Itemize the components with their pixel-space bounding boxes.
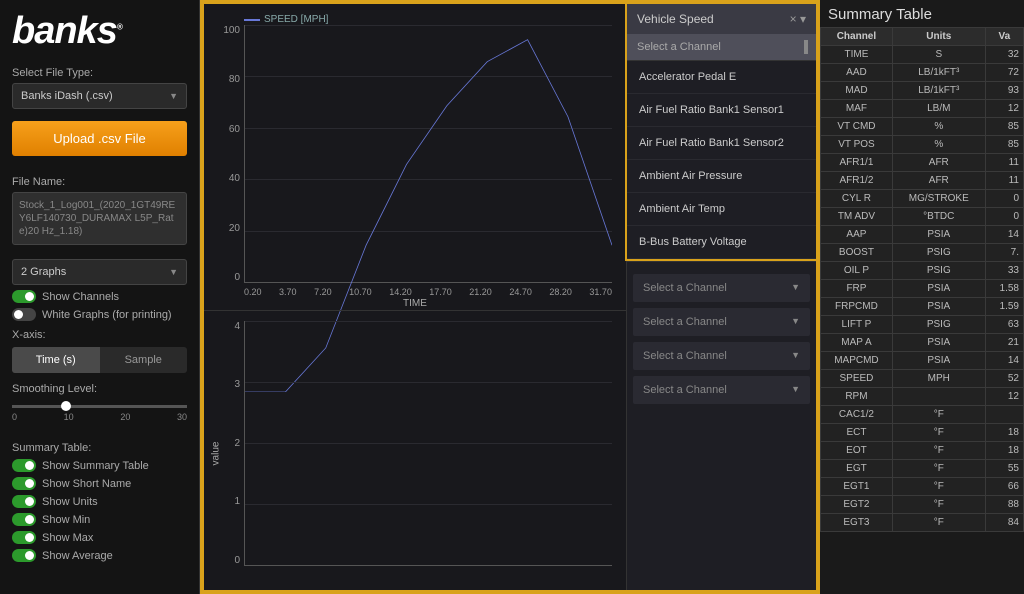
- xaxis-segment[interactable]: Time (s) Sample: [12, 347, 187, 373]
- channel-select[interactable]: Select a Channel▼: [633, 274, 810, 302]
- col-units: Units: [892, 28, 985, 46]
- channel-select[interactable]: Select a Channel▼: [633, 376, 810, 404]
- chart1-y-ticks: 100 80 60 40 20 0: [214, 25, 240, 283]
- table-row[interactable]: MAFLB/M12: [821, 100, 1024, 118]
- table-row[interactable]: RPM12: [821, 388, 1024, 406]
- channel-option[interactable]: Ambient Air Temp: [627, 193, 816, 226]
- channel-panel: Vehicle Speed × ▾ Select a Channel Accel…: [626, 4, 816, 590]
- filename-value: Stock_1_Log001_(2020_1GT49REY6LF140730_D…: [12, 192, 187, 245]
- sidebar: banks® Select File Type: Banks iDash (.c…: [0, 0, 200, 594]
- chart2-y-ticks: 4 3 2 1 0: [214, 321, 240, 566]
- xaxis-sample[interactable]: Sample: [100, 347, 188, 373]
- chart-2: value 4 3 2 1 0: [204, 310, 626, 590]
- channel-option[interactable]: Ambient Air Pressure: [627, 160, 816, 193]
- channel-option[interactable]: Accelerator Pedal E: [627, 61, 816, 94]
- channel-option[interactable]: Air Fuel Ratio Bank1 Sensor1: [627, 94, 816, 127]
- filename-label: File Name:: [12, 176, 187, 188]
- chevron-down-icon: ▼: [169, 267, 178, 277]
- xaxis-label: X-axis:: [12, 329, 187, 341]
- table-row[interactable]: AADLB/1kFT³72: [821, 64, 1024, 82]
- table-row[interactable]: OIL PPSIG33: [821, 262, 1024, 280]
- table-row[interactable]: EGT1°F66: [821, 478, 1024, 496]
- channel-select[interactable]: Select a Channel▼: [633, 342, 810, 370]
- table-row[interactable]: FRPPSIA1.58: [821, 280, 1024, 298]
- chart1-legend: SPEED [MPH]: [244, 14, 616, 25]
- chart1-plot[interactable]: [244, 25, 612, 283]
- main-highlighted: SPEED [MPH] 100 80 60 40 20 0: [200, 0, 820, 594]
- table-row[interactable]: EGT°F55: [821, 460, 1024, 478]
- summary-title: Summary Table: [820, 0, 1024, 27]
- toggle-min[interactable]: Show Min: [12, 513, 187, 526]
- channel-option[interactable]: Air Fuel Ratio Bank1 Sensor2: [627, 127, 816, 160]
- table-row[interactable]: ECT°F18: [821, 424, 1024, 442]
- graph-count-select[interactable]: 2 Graphs▼: [12, 259, 187, 285]
- smoothing-ticks: 0 10 20 30: [12, 412, 187, 422]
- channel-search[interactable]: Select a Channel: [627, 34, 816, 61]
- table-row[interactable]: AAPPSIA14: [821, 226, 1024, 244]
- channel-dropdown: Vehicle Speed × ▾ Select a Channel Accel…: [625, 2, 818, 261]
- table-row[interactable]: LIFT PPSIG63: [821, 316, 1024, 334]
- toggle-white-graphs[interactable]: White Graphs (for printing): [12, 308, 187, 321]
- table-row[interactable]: TIMES32: [821, 46, 1024, 64]
- table-row[interactable]: VT CMD%85: [821, 118, 1024, 136]
- table-row[interactable]: FRPCMDPSIA1.59: [821, 298, 1024, 316]
- chart2-plot[interactable]: [244, 321, 612, 566]
- toggle-units[interactable]: Show Units: [12, 495, 187, 508]
- upload-button[interactable]: Upload .csv File: [12, 121, 187, 156]
- table-row[interactable]: AFR1/1AFR11: [821, 154, 1024, 172]
- channel-panel-bottom: Select a Channel▼ Select a Channel▼ Sele…: [627, 261, 816, 590]
- smoothing-label: Smoothing Level:: [12, 383, 187, 395]
- toggle-summary-table[interactable]: Show Summary Table: [12, 459, 187, 472]
- chart1-x-label: TIME: [214, 298, 616, 309]
- table-row[interactable]: SPEEDMPH52: [821, 370, 1024, 388]
- summary-table-label: Summary Table:: [12, 442, 187, 454]
- summary-panel: Summary Table Channel Units Va TIMES32AA…: [820, 0, 1024, 594]
- smoothing-slider[interactable]: [12, 405, 187, 408]
- table-row[interactable]: CYL RMG/STROKE0: [821, 190, 1024, 208]
- channel-header[interactable]: Vehicle Speed × ▾: [627, 4, 816, 34]
- table-row[interactable]: MAP APSIA21: [821, 334, 1024, 352]
- chart1-x-ticks: 0.20 3.70 7.20 10.70 14.20 17.70 21.20 2…: [244, 287, 612, 297]
- chevron-down-icon: ▼: [169, 91, 178, 101]
- summary-table: Channel Units Va TIMES32AADLB/1kFT³72MAD…: [820, 27, 1024, 532]
- chart-1: SPEED [MPH] 100 80 60 40 20 0: [204, 4, 626, 310]
- col-channel: Channel: [821, 28, 893, 46]
- table-row[interactable]: BOOSTPSIG7.: [821, 244, 1024, 262]
- table-row[interactable]: TM ADV°BTDC0: [821, 208, 1024, 226]
- file-type-label: Select File Type:: [12, 67, 187, 79]
- table-row[interactable]: MAPCMDPSIA14: [821, 352, 1024, 370]
- table-row[interactable]: EGT3°F84: [821, 514, 1024, 532]
- toggle-max[interactable]: Show Max: [12, 531, 187, 544]
- channel-select[interactable]: Select a Channel▼: [633, 308, 810, 336]
- logo: banks®: [12, 10, 187, 53]
- xaxis-time[interactable]: Time (s): [12, 347, 100, 373]
- col-value: Va: [985, 28, 1023, 46]
- channel-option[interactable]: B-Bus Battery Voltage: [627, 226, 816, 259]
- table-row[interactable]: MADLB/1kFT³93: [821, 82, 1024, 100]
- table-row[interactable]: VT POS%85: [821, 136, 1024, 154]
- toggle-short-name[interactable]: Show Short Name: [12, 477, 187, 490]
- close-icon[interactable]: × ▾: [790, 12, 806, 26]
- file-type-select[interactable]: Banks iDash (.csv)▼: [12, 83, 187, 109]
- table-row[interactable]: CAC1/2°F: [821, 406, 1024, 424]
- table-row[interactable]: AFR1/2AFR11: [821, 172, 1024, 190]
- toggle-show-channels[interactable]: Show Channels: [12, 290, 187, 303]
- table-row[interactable]: EOT°F18: [821, 442, 1024, 460]
- toggle-avg[interactable]: Show Average: [12, 549, 187, 562]
- table-row[interactable]: EGT2°F88: [821, 496, 1024, 514]
